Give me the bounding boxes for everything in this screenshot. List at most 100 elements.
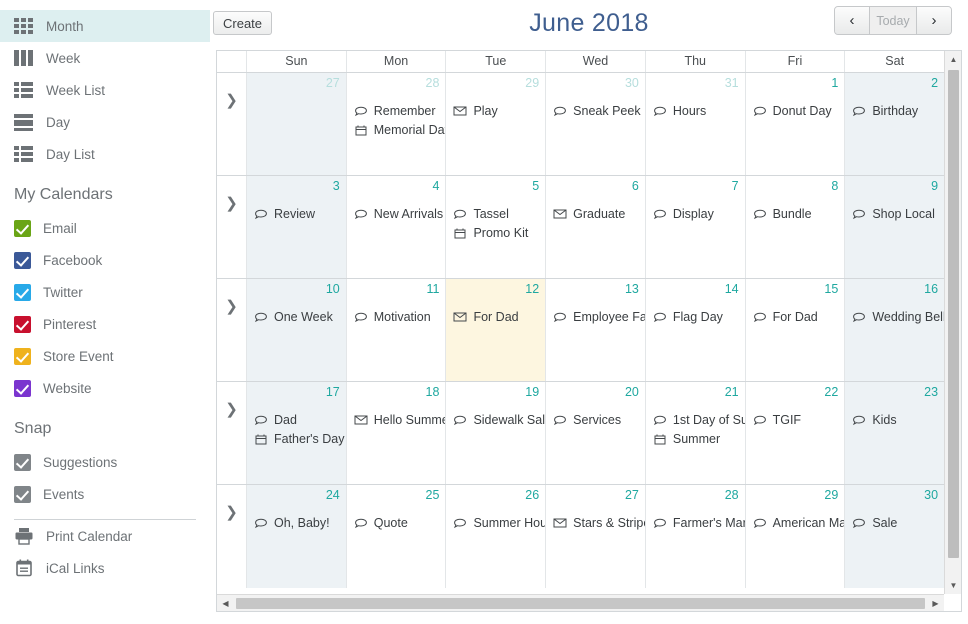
calendar-toggle-pinterest[interactable]: Pinterest	[0, 308, 210, 340]
calendar-event[interactable]: Services	[553, 410, 645, 429]
calendar-event[interactable]: Father's Day	[254, 429, 346, 448]
calendar-event[interactable]: Quote	[354, 513, 446, 532]
calendar-event[interactable]: Dad	[254, 410, 346, 429]
calendar-event[interactable]: Flag Day	[653, 307, 745, 326]
scroll-down-arrow[interactable]: ▼	[945, 577, 962, 594]
sidebar-view-day[interactable]: Day	[0, 106, 210, 138]
day-cell[interactable]: 6 Graduate	[546, 176, 646, 278]
day-cell[interactable]: 16 Wedding Bell	[845, 279, 944, 381]
calendar-event[interactable]: Play	[453, 101, 545, 120]
prev-period-button[interactable]: ‹	[835, 7, 869, 34]
day-cell[interactable]: 27	[247, 73, 347, 175]
week-expand-button[interactable]: ❯	[217, 382, 247, 484]
calendar-toggle-website[interactable]: Website	[0, 372, 210, 404]
day-cell[interactable]: 18 Hello Summe	[346, 382, 447, 484]
calendar-event[interactable]: For Dad	[753, 307, 845, 326]
calendar-event[interactable]: Motivation	[354, 307, 446, 326]
week-expand-button[interactable]: ❯	[217, 279, 247, 381]
sidebar-view-month[interactable]: Month	[0, 10, 210, 42]
calendar-event[interactable]: Display	[653, 204, 745, 223]
day-cell[interactable]: 5 Tassel Promo Kit	[446, 176, 547, 278]
checkbox-checked-icon[interactable]	[14, 283, 31, 301]
day-cell[interactable]: 3 Review	[247, 176, 347, 278]
sidebar-view-week-list[interactable]: Week List	[0, 74, 210, 106]
calendar-event[interactable]: Summer	[653, 429, 745, 448]
scroll-up-arrow[interactable]: ▲	[945, 51, 962, 68]
calendar-event[interactable]: Donut Day	[753, 101, 845, 120]
day-cell[interactable]: 30 Sale	[845, 485, 944, 588]
day-cell[interactable]: 24 Oh, Baby!	[247, 485, 347, 588]
calendar-toggle-twitter[interactable]: Twitter	[0, 276, 210, 308]
day-cell[interactable]: 15 For Dad	[745, 279, 846, 381]
calendar-event[interactable]: Hello Summe	[354, 410, 445, 429]
checkbox-checked-icon[interactable]	[14, 379, 31, 397]
calendar-event[interactable]: New Arrivals	[354, 204, 446, 223]
checkbox-checked-icon[interactable]	[14, 315, 31, 333]
day-cell[interactable]: 11 Motivation	[346, 279, 447, 381]
calendar-event[interactable]: Promo Kit	[453, 223, 545, 242]
calendar-toggle-store-event[interactable]: Store Event	[0, 340, 210, 372]
calendar-event[interactable]: Wedding Bell	[852, 307, 944, 326]
day-cell[interactable]: 13 Employee Fa	[546, 279, 646, 381]
calendar-event[interactable]: American Ma	[753, 513, 844, 532]
calendar-event[interactable]: Birthday	[852, 101, 944, 120]
checkbox-checked-icon[interactable]	[14, 347, 31, 365]
day-cell[interactable]: 4 New Arrivals	[346, 176, 447, 278]
snap-toggle-events[interactable]: Events	[0, 478, 210, 510]
day-cell[interactable]: 2 Birthday	[845, 73, 944, 175]
day-cell[interactable]: 23 Kids	[845, 382, 944, 484]
week-expand-button[interactable]: ❯	[217, 73, 247, 175]
calendar-event[interactable]: Review	[254, 204, 346, 223]
day-cell[interactable]: 22 TGIF	[745, 382, 846, 484]
scroll-left-arrow[interactable]: ◀	[217, 595, 234, 612]
day-cell[interactable]: 12 For Dad	[446, 279, 547, 381]
day-cell[interactable]: 28 Remember Memorial Day	[346, 73, 447, 175]
calendar-event[interactable]: Oh, Baby!	[254, 513, 346, 532]
day-cell[interactable]: 14 Flag Day	[645, 279, 746, 381]
day-cell[interactable]: 31 Hours	[645, 73, 746, 175]
day-cell[interactable]: 29 American Ma	[745, 485, 846, 588]
calendar-event[interactable]: Graduate	[553, 204, 645, 223]
week-expand-button[interactable]: ❯	[217, 485, 247, 588]
day-cell[interactable]: 30 Sneak Peek	[546, 73, 646, 175]
calendar-event[interactable]: Tassel	[453, 204, 545, 223]
calendar-event[interactable]: One Week	[254, 307, 346, 326]
create-button[interactable]: Create	[213, 11, 273, 35]
checkbox-checked-icon[interactable]	[14, 219, 31, 237]
calendar-event[interactable]: Remember	[354, 101, 446, 120]
day-cell[interactable]: 8 Bundle	[745, 176, 846, 278]
day-cell[interactable]: 9 Shop Local	[845, 176, 944, 278]
day-cell[interactable]: 10 One Week	[247, 279, 347, 381]
calendar-event[interactable]: Farmer's Mar	[653, 513, 745, 532]
today-button[interactable]: Today	[869, 7, 917, 34]
snap-toggle-suggestions[interactable]: Suggestions	[0, 446, 210, 478]
day-cell[interactable]: 28 Farmer's Mar	[645, 485, 746, 588]
next-period-button[interactable]: ›	[917, 7, 951, 34]
calendar-event[interactable]: TGIF	[753, 410, 845, 429]
sidebar-tool-ical-links[interactable]: iCal Links	[0, 552, 210, 584]
calendar-event[interactable]: 1st Day of Su	[653, 410, 745, 429]
calendar-event[interactable]: Hours	[653, 101, 745, 120]
vertical-scrollbar[interactable]: ▲ ▼	[944, 51, 961, 594]
calendar-event[interactable]: Memorial Day	[354, 120, 445, 139]
day-cell[interactable]: 21 1st Day of Su Summer	[645, 382, 746, 484]
calendar-event[interactable]: For Dad	[453, 307, 545, 326]
calendar-event[interactable]: Sidewalk Sal	[453, 410, 545, 429]
checkbox-checked-icon[interactable]	[14, 485, 31, 503]
day-cell[interactable]: 7 Display	[645, 176, 746, 278]
day-cell[interactable]: 19 Sidewalk Sal	[446, 382, 547, 484]
sidebar-view-week[interactable]: Week	[0, 42, 210, 74]
day-cell[interactable]: 26 Summer Hou	[446, 485, 547, 588]
sidebar-tool-print-calendar[interactable]: Print Calendar	[0, 520, 210, 552]
calendar-event[interactable]: Kids	[852, 410, 944, 429]
calendar-event[interactable]: Sale	[852, 513, 944, 532]
checkbox-checked-icon[interactable]	[14, 453, 31, 471]
checkbox-checked-icon[interactable]	[14, 251, 31, 269]
calendar-event[interactable]: Shop Local	[852, 204, 944, 223]
day-cell[interactable]: 20 Services	[546, 382, 646, 484]
horizontal-scroll-thumb[interactable]	[236, 598, 925, 609]
vertical-scroll-thumb[interactable]	[948, 70, 959, 558]
day-cell[interactable]: 17 Dad Father's Day	[247, 382, 347, 484]
calendar-event[interactable]: Summer Hou	[453, 513, 545, 532]
scroll-right-arrow[interactable]: ▶	[927, 595, 944, 612]
